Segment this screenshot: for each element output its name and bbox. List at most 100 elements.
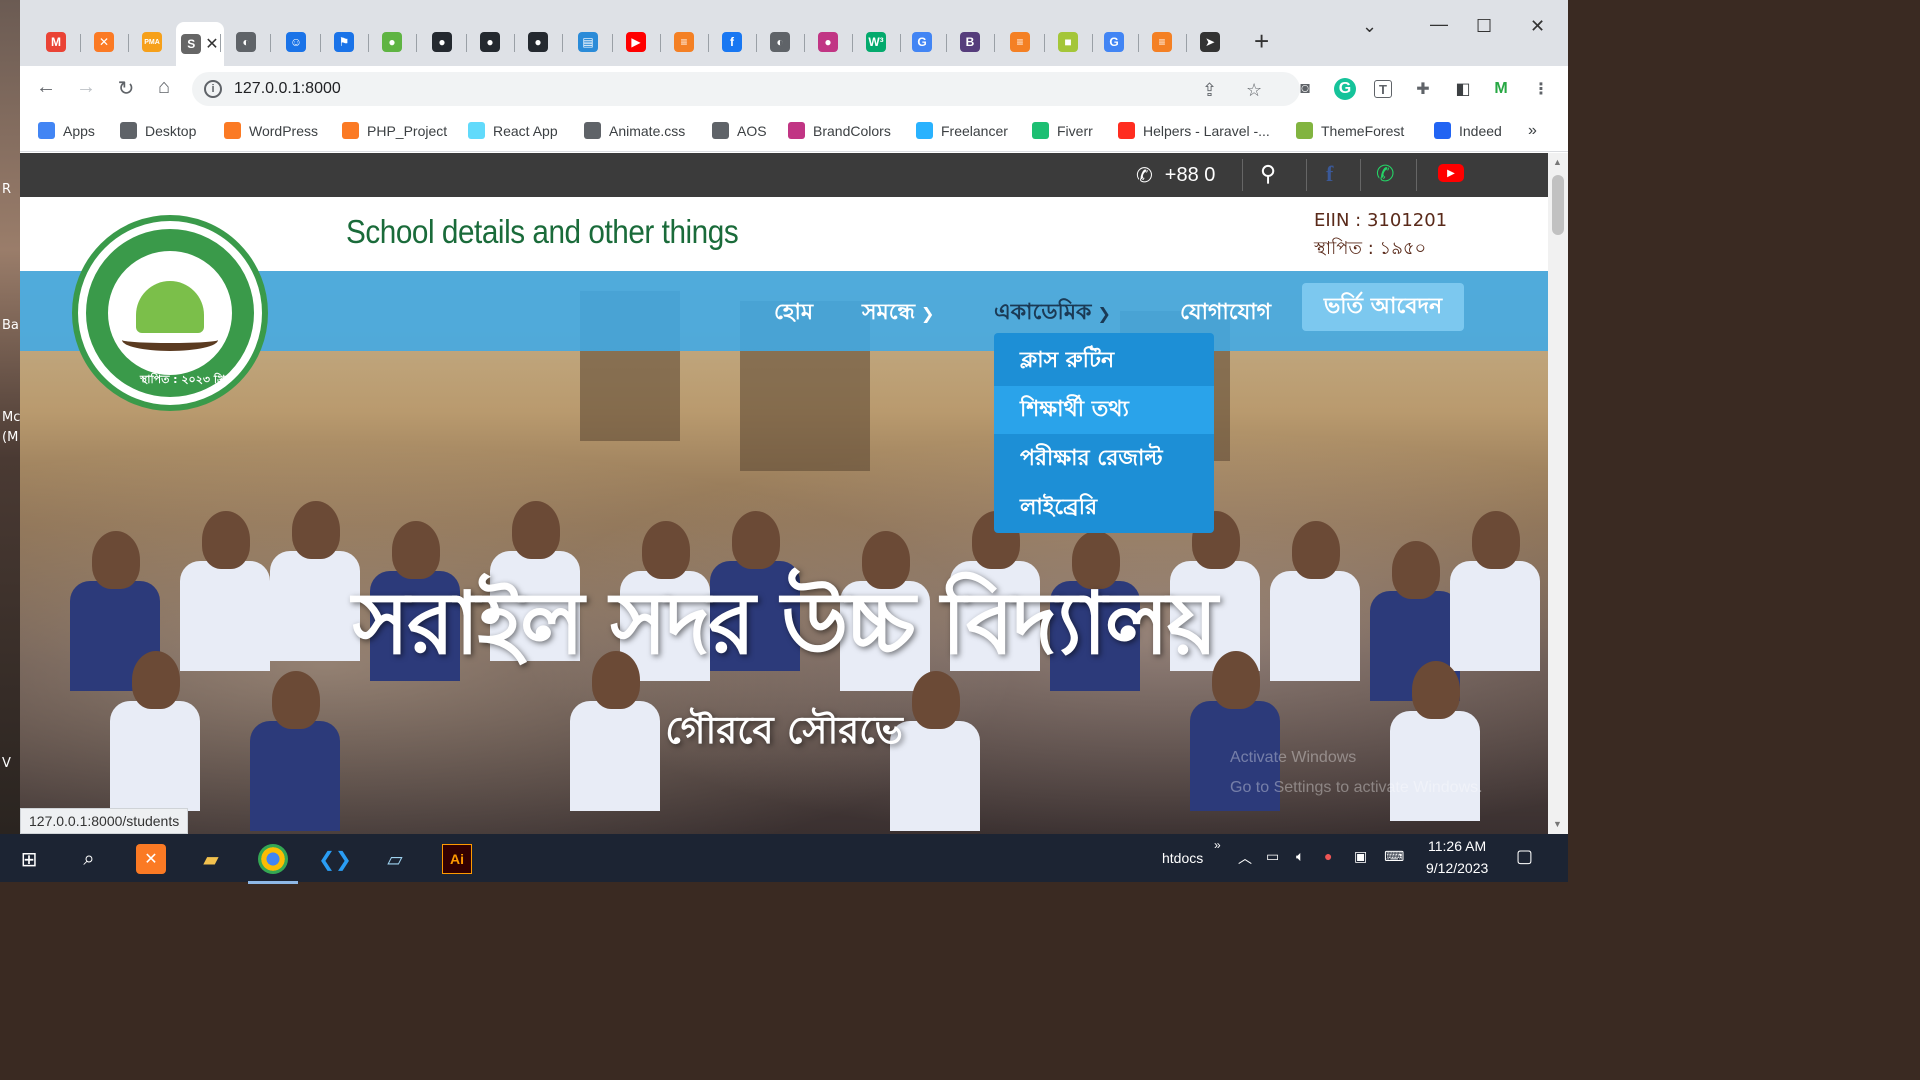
browser-tab[interactable]: ≡ [1142, 26, 1182, 58]
menu-kebab-icon[interactable]: ⋮ [1530, 78, 1552, 100]
chrome-taskbar-icon[interactable] [248, 844, 298, 884]
nav-about[interactable]: সমন্ধে ❯ [862, 295, 934, 332]
bookmark-item[interactable]: WordPress [224, 122, 318, 139]
scrollbar-thumb[interactable] [1552, 175, 1564, 235]
scroll-down-arrow[interactable]: ▼ [1553, 819, 1562, 829]
browser-tab[interactable]: PMA [132, 26, 172, 58]
browser-tab[interactable]: B [950, 26, 990, 58]
bookmark-item[interactable]: Apps [38, 122, 95, 139]
browser-tab[interactable]: ◐ [760, 26, 800, 58]
network-error-icon[interactable]: ● [1324, 848, 1332, 864]
windows-start-icon[interactable]: ⊞ [14, 844, 44, 874]
battery-icon[interactable]: ▭ [1266, 848, 1279, 865]
bookmark-item[interactable]: Desktop [120, 122, 196, 139]
browser-tab[interactable]: W³ [856, 26, 896, 58]
m-extension-icon[interactable]: M [1490, 78, 1512, 100]
browser-tab[interactable]: ◐ [226, 26, 266, 58]
browser-tab[interactable]: ● [470, 26, 510, 58]
bookmark-item[interactable]: PHP_Project [342, 122, 447, 139]
location-pin-icon[interactable]: ⚲ [1260, 161, 1276, 187]
minimize-button[interactable]: — [1430, 14, 1448, 35]
nav-home[interactable]: হোম [774, 295, 813, 332]
display-icon[interactable]: ▣ [1354, 848, 1367, 865]
clock-time[interactable]: 11:26 AM [1428, 838, 1486, 854]
notepad-icon[interactable]: ▱ [380, 844, 410, 874]
camera-icon[interactable]: ◙ [1294, 78, 1316, 100]
browser-tab[interactable]: M [36, 26, 76, 58]
close-window-button[interactable]: ✕ [1530, 16, 1545, 37]
tab-search-icon[interactable]: ⌄ [1362, 16, 1377, 37]
dropdown-item[interactable]: লাইব্রেরি [994, 484, 1214, 532]
side-panel-icon[interactable]: ◧ [1452, 78, 1474, 100]
browser-tab[interactable]: G [1094, 26, 1134, 58]
browser-tab[interactable]: S ✕ [176, 22, 224, 66]
back-button[interactable]: ← [32, 76, 60, 99]
browser-tab[interactable]: ● [808, 26, 848, 58]
browser-tab[interactable]: ➤ [1190, 26, 1230, 58]
close-tab-icon[interactable]: ✕ [205, 34, 218, 54]
nav-academic[interactable]: একাডেমিক ❯ [994, 295, 1111, 332]
bookmark-item[interactable]: Fiverr [1032, 122, 1093, 139]
browser-tab[interactable]: ● [372, 26, 412, 58]
grammarly-icon[interactable]: G [1334, 78, 1356, 100]
bookmark-item[interactable]: Freelancer [916, 122, 1008, 139]
bookmark-item[interactable]: Animate.css [584, 122, 685, 139]
notifications-icon[interactable]: ▢ [1516, 846, 1533, 867]
bookmark-item[interactable]: BrandColors [788, 122, 891, 139]
browser-tab[interactable]: f [712, 26, 752, 58]
bookmark-item[interactable]: Helpers - Laravel -... [1118, 122, 1270, 139]
nav-contact[interactable]: যোগাযোগ [1180, 295, 1271, 332]
browser-tab[interactable]: G [902, 26, 942, 58]
new-tab-button[interactable]: + [1254, 28, 1269, 54]
school-logo[interactable]: স্থাপিত : ২০২৩ খ্রি [72, 215, 268, 411]
bookmark-item[interactable]: AOS [712, 122, 767, 139]
maximize-button[interactable]: ☐ [1476, 16, 1492, 37]
browser-tab[interactable]: ■ [1048, 26, 1088, 58]
browser-tab[interactable]: ☺ [276, 26, 316, 58]
bookmarks-overflow-button[interactable]: » [1528, 122, 1537, 140]
chevron-icon[interactable]: » [1214, 838, 1221, 852]
share-icon[interactable]: ⇪ [1202, 80, 1217, 101]
search-icon[interactable]: ⌕ [74, 844, 104, 874]
file-explorer-icon[interactable]: ▰ [196, 844, 226, 874]
home-button[interactable]: ⌂ [150, 76, 178, 99]
show-hidden-icons[interactable]: ︿ [1238, 848, 1252, 868]
browser-tab[interactable]: ✕ [84, 26, 124, 58]
dropdown-item[interactable]: শিক্ষার্থী তথ্য [994, 386, 1214, 434]
volume-icon[interactable]: 🔈︎ [1296, 848, 1304, 865]
text-extension-icon[interactable]: T [1374, 80, 1392, 98]
site-info-icon[interactable]: i [204, 80, 222, 98]
vscode-icon[interactable]: ❮❯ [318, 844, 352, 874]
browser-tab[interactable]: ▶ [616, 26, 656, 58]
forward-button[interactable]: → [72, 76, 100, 99]
extensions-puzzle-icon[interactable]: ✚ [1412, 78, 1434, 100]
facebook-icon[interactable]: f [1326, 161, 1333, 187]
bookmark-item[interactable]: React App [468, 122, 558, 139]
tab-separator [514, 34, 515, 52]
browser-tab[interactable]: ● [518, 26, 558, 58]
browser-tab[interactable]: ≡ [664, 26, 704, 58]
youtube-icon[interactable]: ▶ [1438, 164, 1464, 182]
browser-tab[interactable]: ▤ [568, 26, 608, 58]
illustrator-icon[interactable]: Ai [442, 844, 472, 874]
page-scrollbar[interactable]: ▲ ▼ [1548, 153, 1568, 834]
browser-tab[interactable]: ⚑ [324, 26, 364, 58]
dropdown-item[interactable]: ক্লাস রুটিন [994, 337, 1214, 385]
reload-button[interactable]: ↻ [112, 76, 140, 101]
apply-admission-button[interactable]: ভর্তি আবেদন [1302, 283, 1464, 331]
whatsapp-icon[interactable]: ✆ [1376, 161, 1394, 187]
clock-date[interactable]: 9/12/2023 [1426, 860, 1488, 876]
address-bar[interactable]: i 127.0.0.1:8000 ⇪ ☆ [192, 72, 1300, 106]
bookmark-star-icon[interactable]: ☆ [1246, 80, 1262, 101]
bookmark-item[interactable]: Indeed [1434, 122, 1502, 139]
phone-contact[interactable]: ✆ +88 0 [1136, 163, 1215, 188]
browser-tab[interactable]: ≡ [1000, 26, 1040, 58]
scroll-up-arrow[interactable]: ▲ [1553, 157, 1562, 167]
keyboard-icon[interactable]: ⌨ [1384, 848, 1404, 865]
xampp-taskbar-icon[interactable]: ✕ [136, 844, 166, 874]
taskbar-folder-label[interactable]: htdocs [1162, 850, 1203, 866]
browser-tab[interactable]: ● [422, 26, 462, 58]
address-text[interactable]: 127.0.0.1:8000 [234, 80, 341, 98]
bookmark-item[interactable]: ThemeForest [1296, 122, 1404, 139]
dropdown-item[interactable]: পরীক্ষার রেজাল্ট [994, 435, 1214, 483]
